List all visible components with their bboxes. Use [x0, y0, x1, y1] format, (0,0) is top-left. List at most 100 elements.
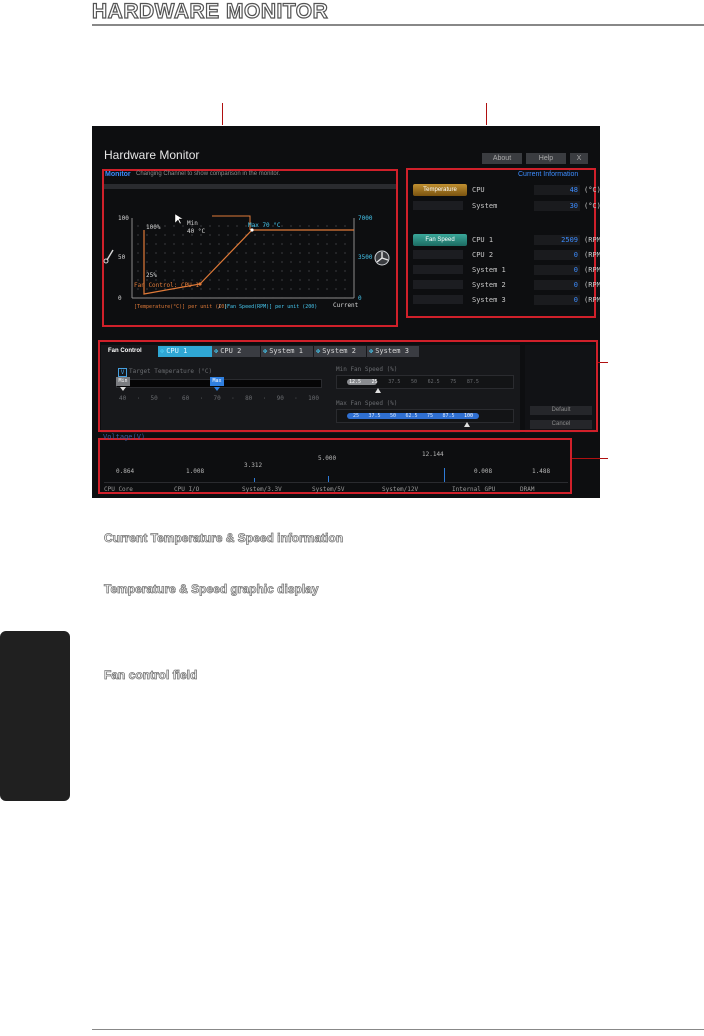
- voltage-name-cpu-io: CPU I/O: [174, 486, 200, 493]
- callout-line-fan-control: [598, 362, 608, 363]
- temp-unit-cpu: (°C): [584, 186, 600, 194]
- fan-name-system3: System 3: [472, 296, 506, 304]
- cancel-button[interactable]: Cancel: [530, 420, 592, 429]
- about-button[interactable]: About: [482, 153, 522, 164]
- title-rule: [92, 24, 704, 26]
- temp-scale-tick: ·: [136, 395, 141, 402]
- max-fan-speed-label: Max Fan Speed (%): [336, 400, 398, 407]
- temp-axis-bottom: 0: [118, 295, 122, 302]
- temp-scale-tick: 40: [119, 395, 127, 402]
- max-point-label: Max 70 °C: [248, 222, 281, 229]
- max-fan-speed-step: 62.5: [405, 413, 418, 419]
- rpm-axis-top: 7000: [358, 215, 373, 222]
- tab-system2-label: System 2: [322, 347, 356, 355]
- max-fan-speed-step: 37.5: [368, 413, 381, 419]
- voltage-value-cpu-core: 0.864: [116, 468, 135, 475]
- callout-line-graph: [222, 103, 223, 125]
- fan-speed-tag: Fan Speed: [413, 234, 467, 246]
- min-fan-speed-step: 37.5: [388, 379, 401, 385]
- fan-name-cpu2: CPU 2: [472, 251, 494, 259]
- temp-name-cpu: CPU: [472, 186, 485, 194]
- min-fan-speed-step: 12.5: [349, 379, 362, 385]
- fan-tab-icon: ✤: [263, 347, 268, 355]
- current-info-header: Current Information: [518, 171, 579, 178]
- tab-cpu2[interactable]: ✤ CPU 2: [212, 346, 260, 357]
- legend-temperature: [Temperature(°C)] per unit (10): [134, 304, 228, 310]
- legend-fan-speed: [Fan Speed(RPM)] per unit (200): [224, 304, 318, 310]
- tab-system3[interactable]: ✤ System 3: [367, 346, 419, 357]
- page-title: HARDWARE MONITOR: [91, 0, 329, 24]
- fan-unit-system3: (RPM): [584, 296, 600, 304]
- bottom-rule: [92, 1029, 704, 1030]
- fan-control-label: Fan Control: [108, 348, 142, 354]
- fan-unit-system1: (RPM): [584, 266, 600, 274]
- percent-low-label: 25%: [146, 272, 157, 279]
- voltage-name-12v: System/12V: [382, 486, 419, 493]
- temp-scale-tick: ·: [231, 395, 235, 402]
- voltage-label: Voltage(V): [103, 433, 146, 441]
- fan-value-box: 0: [534, 250, 580, 260]
- max-temp-handle[interactable]: Max: [210, 377, 224, 386]
- temperature-tag: Temperature: [413, 184, 467, 196]
- max-fan-speed-slider[interactable]: 25 37.5 50 62.5 75 87.5 100: [336, 409, 514, 423]
- tab-system1-label: System 1: [269, 347, 303, 355]
- voltage-value-igpu: 0.008: [474, 468, 493, 475]
- sensor-slot: [413, 265, 463, 274]
- fan-value-box: 0: [534, 265, 580, 275]
- max-fan-speed-step: 50: [389, 413, 397, 419]
- tab-system2[interactable]: ✤ System 2: [314, 346, 366, 357]
- min-temp-label: 40 °C: [187, 228, 206, 235]
- temp-scale-tick: ·: [168, 395, 172, 402]
- sensor-slot: [413, 201, 463, 210]
- close-button[interactable]: X: [570, 153, 588, 164]
- temp-axis-top: 100: [118, 215, 129, 222]
- fan-value-system3: 0: [573, 296, 578, 304]
- target-temp-checkbox[interactable]: V: [118, 368, 127, 377]
- tab-cpu1[interactable]: ✤ CPU 1: [158, 346, 212, 357]
- min-fan-speed-slider[interactable]: 12.5 25 37.5 50 62.5 75 87.5: [336, 375, 514, 389]
- default-button[interactable]: Default: [530, 406, 592, 415]
- callout-line-info: [486, 103, 487, 125]
- voltage-value-dram: 1.488: [532, 468, 551, 475]
- voltage-bar-12v: [444, 468, 445, 482]
- temp-scale: 40 · 50 · 60 · 70 · 80 · 90 · 100: [119, 395, 319, 402]
- temp-axis-mid: 50: [118, 254, 126, 261]
- fan-value-box: 2509: [534, 235, 580, 245]
- min-temp-handle[interactable]: Min: [116, 377, 130, 386]
- max-fan-speed-step: 75: [426, 413, 433, 419]
- temp-name-system: System: [472, 202, 498, 210]
- voltage-bar-3v3: [254, 478, 255, 482]
- tab-system1[interactable]: ✤ System 1: [261, 346, 313, 357]
- max-fan-speed-thumb[interactable]: [464, 422, 470, 427]
- fan-tab-icon: ✤: [160, 347, 165, 355]
- tab-cpu2-label: CPU 2: [220, 347, 242, 355]
- max-handle-pointer: [214, 387, 220, 391]
- fan-channel-label: Fan Control: CPU 1: [134, 282, 200, 289]
- fan-value-system2: 0: [573, 281, 578, 289]
- fan-tab-icon: ✤: [316, 347, 321, 355]
- legend-separator: /: [218, 304, 222, 310]
- temp-value-box: 30: [534, 201, 580, 211]
- temperature-probe-bulb: [103, 258, 109, 264]
- percent-high-label: 100%: [146, 224, 161, 231]
- min-fan-speed-step: 87.5: [466, 379, 479, 385]
- caption-current-info: Current Temperature & Speed information: [104, 531, 344, 546]
- temp-scale-tick: ·: [199, 395, 204, 402]
- temp-scale-tick: 50: [150, 395, 158, 402]
- fan-name-cpu1: CPU 1: [472, 236, 494, 244]
- voltage-value-3v3: 3.312: [244, 462, 263, 469]
- hardware-monitor-window: Hardware Monitor About Help X Monitor Ch…: [92, 126, 600, 498]
- caption-fan-control: Fan control field: [104, 668, 198, 683]
- temp-unit-system: (°C): [584, 202, 600, 210]
- fan-value-box: 0: [534, 280, 580, 290]
- voltage-value-cpu-io: 1.008: [186, 468, 205, 475]
- caption-graph-display: Temperature & Speed graphic display: [104, 582, 319, 597]
- help-button[interactable]: Help: [526, 153, 566, 164]
- rpm-axis-bottom: 0: [358, 295, 362, 302]
- sensor-slot: [413, 295, 463, 304]
- fan-unit-system2: (RPM): [584, 281, 600, 289]
- temperature-probe-icon: [106, 249, 114, 261]
- min-fan-speed-thumb[interactable]: [375, 388, 381, 393]
- temp-value-system: 30: [569, 202, 578, 210]
- fan-value-cpu1: 2509: [561, 236, 578, 244]
